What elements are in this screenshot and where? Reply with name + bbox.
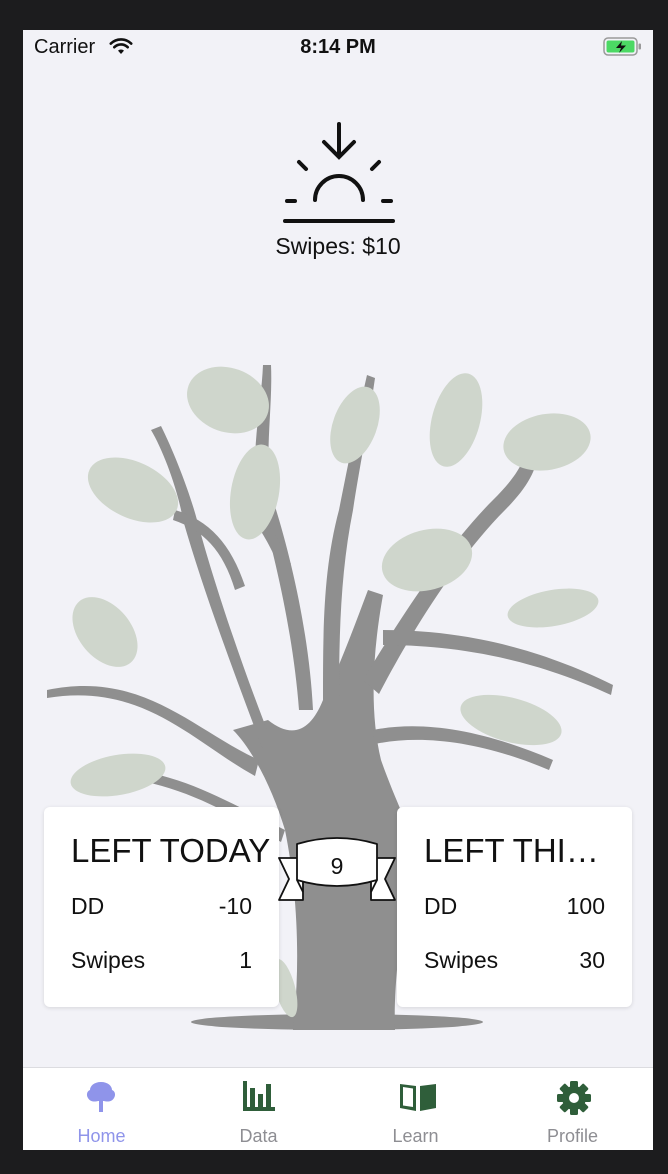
- bar-chart-icon: [243, 1081, 275, 1111]
- row-label: Swipes: [424, 947, 499, 973]
- left-this-period-card: LEFT THIS... DD 100 Swipes 30: [397, 807, 632, 1007]
- row-value: 30: [579, 947, 605, 973]
- row-label: DD: [71, 893, 105, 919]
- card-title: LEFT TODAY: [71, 832, 271, 869]
- tab-label: Learn: [392, 1126, 439, 1146]
- tab-label: Profile: [546, 1126, 599, 1146]
- tab-home[interactable]: Home: [23, 1068, 180, 1150]
- dd-row: DD -10: [71, 893, 252, 920]
- swipes-balance-label: Swipes: $10: [275, 233, 401, 259]
- status-bar: Carrier 8:14 PM: [23, 30, 653, 66]
- book-icon: [400, 1084, 436, 1111]
- row-value: 100: [566, 893, 605, 919]
- left-today-card: LEFT TODAY DD -10 Swipes 1: [44, 807, 279, 1007]
- gear-icon: [557, 1081, 591, 1115]
- tab-learn[interactable]: Learn: [337, 1068, 494, 1150]
- battery-icon: [603, 37, 641, 56]
- row-label: DD: [424, 893, 458, 919]
- tab-profile[interactable]: Profile: [494, 1068, 651, 1150]
- dd-row: DD 100: [424, 893, 605, 920]
- card-title: LEFT THIS...: [424, 832, 610, 869]
- app-screen: Carrier 8:14 PM Swipes: $10 LEFT TODAY D…: [23, 30, 653, 1150]
- row-value: 1: [239, 947, 252, 973]
- tab-label: Home: [77, 1126, 126, 1146]
- tree-icon: [86, 1082, 116, 1112]
- row-value: -10: [218, 893, 252, 919]
- row-label: Swipes: [71, 947, 146, 973]
- tab-bar: Home Data Learn Profile: [23, 1067, 653, 1150]
- status-time: 8:14 PM: [300, 36, 376, 58]
- swipes-row: Swipes 30: [424, 947, 605, 974]
- tab-data[interactable]: Data: [180, 1068, 337, 1150]
- swipes-row: Swipes 1: [71, 947, 252, 974]
- banner-value: 9: [330, 853, 344, 879]
- tab-label: Data: [239, 1126, 278, 1146]
- sunset-icon: [283, 122, 395, 223]
